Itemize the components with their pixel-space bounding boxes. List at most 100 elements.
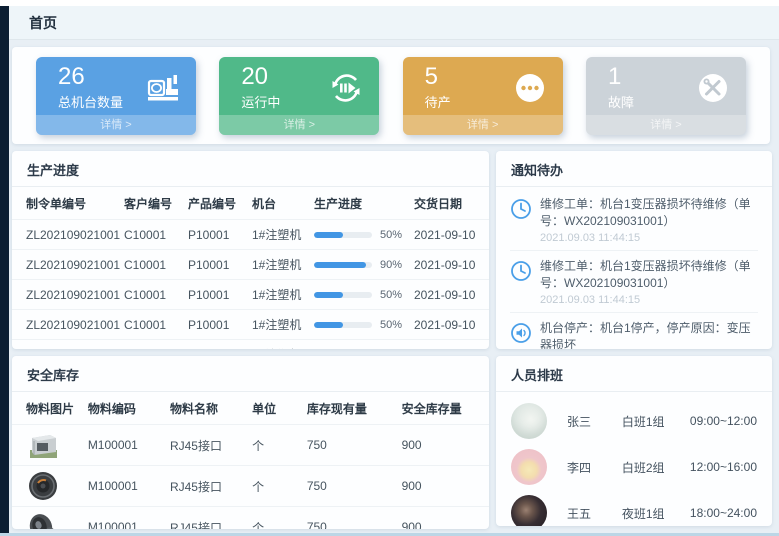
ellipsis-icon	[513, 71, 547, 105]
table-row: M100001 RJ45接口 个 750 900	[12, 425, 489, 466]
stat-card-fault[interactable]: 1 故障 详情 >	[586, 57, 746, 135]
cell-machine: 1#注塑机	[252, 310, 314, 340]
panel-title: 安全库存	[12, 356, 489, 392]
panel-title: 通知待办	[496, 151, 772, 187]
cell-machine: 1#注塑机	[252, 340, 314, 350]
cell-delivery-date: 2021-09-10	[414, 340, 489, 350]
cell-product-no: P10001	[188, 250, 252, 280]
sidebar-edge	[0, 6, 9, 536]
cell-safety-qty: 900	[402, 425, 489, 466]
avatar	[511, 449, 547, 485]
stat-label: 运行中	[241, 92, 280, 111]
machine-icon	[146, 73, 180, 103]
cell-safety-qty: 900	[402, 466, 489, 507]
progress-label: 90%	[380, 259, 402, 271]
cell-product-no: P10001	[188, 280, 252, 310]
progress-label: 50%	[380, 289, 402, 301]
stat-value: 26	[58, 64, 123, 90]
col-header: 库存现有量	[307, 392, 402, 425]
col-header: 单位	[252, 392, 307, 425]
cell-progress: 50%	[314, 220, 414, 250]
round-speaker-image	[26, 469, 60, 503]
cell-product-no: P10001	[188, 340, 252, 350]
table-row: ZL202109021001 C10001 P10001 1#注塑机 50% 2…	[12, 310, 489, 340]
stat-detail-link[interactable]: 详情 >	[403, 115, 563, 135]
cell-delivery-date: 2021-09-10	[414, 250, 489, 280]
stat-card-body: 5 待产	[403, 57, 563, 115]
cell-customer-no: C10001	[124, 280, 188, 310]
staff-row: 李四 白班2组 12:00~16:00	[511, 444, 757, 490]
dashboard-page: 首页 26 总机台数量	[9, 6, 779, 536]
cell-delivery-date: 2021-09-10	[414, 220, 489, 250]
notice-text: 机台停产：机台1停产，停产原因：变压器损坏	[540, 320, 758, 349]
cell-progress: 50%	[314, 280, 414, 310]
cell-order-no: ZL202109021001	[12, 250, 124, 280]
cell-material-image	[12, 466, 88, 507]
notices-panel: 通知待办 维修工单：机台1变压器损坏待维修（单号：WX202109031001）…	[496, 151, 772, 349]
col-header: 物料图片	[12, 392, 88, 425]
cell-material-code: M100001	[88, 425, 170, 466]
cell-unit: 个	[252, 507, 307, 530]
table-header-row: 制令单编号 客户编号 产品编号 机台 生产进度 交货日期	[12, 187, 489, 220]
staff-time: 18:00~24:00	[690, 506, 757, 520]
cell-material-code: M100001	[88, 466, 170, 507]
table-row: M100001 RJ45接口 个 750 900	[12, 507, 489, 530]
cell-unit: 个	[252, 466, 307, 507]
progress-label: 50%	[380, 319, 402, 331]
safety-stock-panel: 安全库存 物料图片 物料编码 物料名称 单位 库存现有量 安全库存量	[12, 356, 489, 529]
table-row: ZL202109021001 C10001 P10001 1#注塑机 90% 2…	[12, 250, 489, 280]
stat-card-body: 26 总机台数量	[36, 57, 196, 115]
notice-item[interactable]: 维修工单：机台1变压器损坏待维修（单号：WX202109031001） 2021…	[510, 251, 758, 313]
stat-detail-link[interactable]: 详情 >	[586, 115, 746, 135]
cell-order-no: ZL202109021001	[12, 220, 124, 250]
cell-material-image	[12, 425, 88, 466]
table-row: ZL202109021001 C10001 P10001 1#注塑机 50% 2…	[12, 280, 489, 310]
panel-title: 人员排班	[496, 356, 772, 392]
staff-name: 李四	[567, 459, 622, 476]
stat-card-total-machines[interactable]: 26 总机台数量 详情 >	[36, 57, 196, 135]
notice-list: 维修工单：机台1变压器损坏待维修（单号：WX202109031001） 2021…	[496, 187, 772, 349]
cell-delivery-date: 2021-09-10	[414, 280, 489, 310]
cell-material-name: RJ45接口	[170, 425, 252, 466]
stat-label: 总机台数量	[58, 92, 123, 111]
tab-home[interactable]: 首页	[29, 13, 57, 33]
progress-bar	[314, 262, 372, 268]
cell-machine: 1#注塑机	[252, 220, 314, 250]
panel-title: 生产进度	[12, 151, 489, 187]
notice-item[interactable]: 机台停产：机台1停产，停产原因：变压器损坏 2021.09.03 11:44:1…	[510, 313, 758, 349]
notice-item[interactable]: 维修工单：机台1变压器损坏待维修（单号：WX202109031001） 2021…	[510, 189, 758, 251]
cell-order-no: ZL202109021001	[12, 280, 124, 310]
cell-machine: 1#注塑机	[252, 250, 314, 280]
col-header: 制令单编号	[12, 187, 124, 220]
progress-bar	[314, 292, 372, 298]
staff-shift: 白班1组	[622, 413, 690, 430]
cell-order-no: ZL202109021001	[12, 340, 124, 350]
stat-detail-link[interactable]: 详情 >	[219, 115, 379, 135]
progress-label: 50%	[380, 349, 402, 350]
stat-card-waiting[interactable]: 5 待产 详情 >	[403, 57, 563, 135]
stat-detail-link[interactable]: 详情 >	[36, 115, 196, 135]
clock-icon	[510, 260, 532, 282]
col-header: 交货日期	[414, 187, 489, 220]
cell-machine: 1#注塑机	[252, 280, 314, 310]
cell-customer-no: C10001	[124, 340, 188, 350]
staff-row: 王五 夜班1组 18:00~24:00	[511, 490, 757, 526]
cell-on-hand: 750	[307, 425, 402, 466]
cell-progress: 50%	[314, 340, 414, 350]
staffing-panel: 人员排班 张三 白班1组 09:00~12:00 李四 白班2组 12:00~1…	[496, 356, 772, 526]
cell-unit: 个	[252, 425, 307, 466]
notice-time: 2021.09.03 11:44:15	[540, 294, 758, 306]
stat-cards-panel: 26 总机台数量 详情 >	[12, 47, 770, 144]
stat-card-body: 1 故障	[586, 57, 746, 115]
cell-on-hand: 750	[307, 466, 402, 507]
stat-value: 1	[608, 64, 634, 90]
staff-time: 12:00~16:00	[690, 460, 757, 474]
avatar	[511, 495, 547, 526]
cell-progress: 50%	[314, 310, 414, 340]
stat-label: 待产	[425, 92, 451, 111]
cell-product-no: P10001	[188, 220, 252, 250]
stat-card-running[interactable]: 20 运行中	[219, 57, 379, 135]
cell-order-no: ZL202109021001	[12, 310, 124, 340]
staff-name: 张三	[567, 413, 622, 430]
cell-safety-qty: 900	[402, 507, 489, 530]
